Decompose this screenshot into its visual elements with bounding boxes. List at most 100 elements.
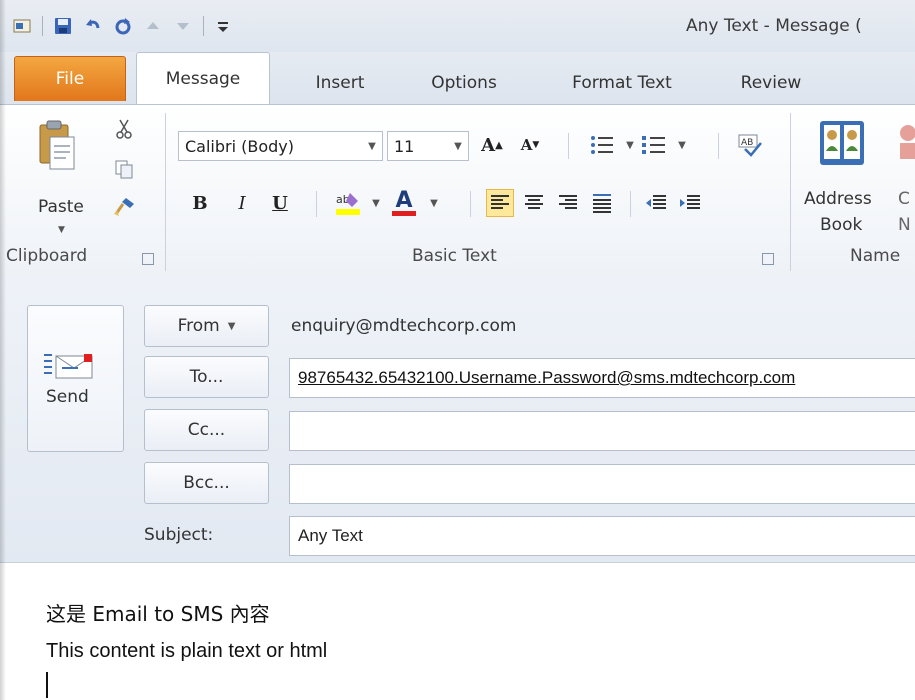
check-names-icon[interactable] (896, 121, 915, 161)
separator (568, 133, 569, 159)
check-names-label-partial: C (898, 189, 910, 209)
tab-file[interactable]: File (14, 56, 126, 101)
basic-text-dialog-launcher[interactable] (762, 253, 774, 265)
paste-button[interactable]: Paste ▼ (30, 113, 98, 239)
address-book-label-line1: Address (804, 189, 872, 209)
font-size-value: 11 (394, 136, 415, 156)
chevron-down-icon[interactable]: ▼ (362, 189, 390, 217)
separator (630, 191, 631, 217)
window-edge-shadow (0, 0, 6, 700)
align-left-button[interactable] (486, 189, 514, 217)
address-book-label-line2: Book (820, 215, 863, 235)
separator (718, 133, 719, 159)
chevron-down-icon[interactable]: ▼ (668, 131, 696, 159)
clipboard-dialog-launcher[interactable] (142, 253, 154, 265)
align-left-icon (491, 195, 509, 209)
subject-field[interactable]: Any Text (289, 516, 915, 556)
chevron-down-icon: ▼ (58, 225, 65, 235)
highlighter-icon: ab (336, 193, 360, 215)
chevron-down-icon: ▼ (454, 140, 462, 152)
tab-options[interactable]: Options (414, 62, 514, 104)
increase-indent-button[interactable] (676, 189, 704, 217)
font-color-button[interactable]: A (390, 189, 418, 217)
paste-label: Paste (38, 197, 84, 217)
outlook-app-icon[interactable] (12, 16, 32, 36)
grow-font-label: A (481, 134, 496, 156)
highlight-button[interactable]: ab (334, 189, 362, 217)
clipboard-group-label: Clipboard (6, 246, 88, 266)
from-label: From (177, 316, 220, 336)
tab-format-text[interactable]: Format Text (552, 62, 692, 104)
group-separator (790, 113, 791, 271)
font-name-value: Calibri (Body) (185, 136, 295, 156)
font-color-label: A (395, 187, 413, 213)
numbering-button[interactable] (640, 131, 668, 159)
qat-separator (42, 16, 43, 36)
message-body[interactable] (0, 562, 915, 700)
outlook-message-window: Any Text - Message ( File Message Insert… (0, 0, 915, 700)
cut-icon[interactable] (112, 117, 136, 141)
decrease-indent-icon (646, 195, 666, 209)
group-separator (165, 113, 166, 271)
cc-button[interactable]: Cc... (144, 409, 269, 451)
chevron-down-icon: ▼ (368, 140, 376, 152)
underline-button[interactable]: U (266, 189, 294, 217)
ribbon-tabs: File Message Insert Options Format Text … (0, 52, 915, 105)
from-button[interactable]: From ▼ (144, 305, 269, 347)
send-icon (44, 354, 93, 379)
svg-text:AB: AB (741, 138, 753, 148)
previous-item-icon[interactable] (143, 16, 163, 36)
names-group-label: Name (850, 246, 901, 266)
cc-field[interactable] (289, 411, 915, 451)
to-recipient[interactable]: 98765432.65432100.Username.Password@sms.… (298, 368, 795, 388)
send-button[interactable] (27, 305, 124, 452)
separator (316, 191, 317, 217)
numbering-icon (642, 136, 665, 154)
align-center-icon (525, 195, 543, 209)
font-size-combo[interactable]: 11 ▼ (387, 131, 469, 161)
check-names-label-partial-2: N (898, 215, 911, 235)
paste-icon (39, 120, 75, 170)
tab-review[interactable]: Review (726, 62, 816, 104)
to-button[interactable]: To... (144, 356, 269, 398)
redo-icon[interactable] (113, 16, 133, 36)
font-name-combo[interactable]: Calibri (Body) ▼ (178, 131, 383, 161)
justify-button[interactable] (588, 189, 616, 217)
body-text-line-1: 这是 Email to SMS 內容 (46, 602, 270, 626)
format-painter-icon[interactable] (112, 195, 136, 219)
bullets-button[interactable] (588, 131, 616, 159)
bullets-icon (591, 136, 613, 154)
align-center-button[interactable] (520, 189, 548, 217)
chevron-down-icon[interactable]: ▼ (420, 189, 448, 217)
bcc-field[interactable] (289, 464, 915, 504)
undo-icon[interactable] (83, 16, 103, 36)
from-value: enquiry@mdtechcorp.com (291, 316, 517, 336)
grow-font-button[interactable]: A ▲ (478, 131, 506, 159)
increase-indent-icon (680, 195, 700, 209)
next-item-icon[interactable] (173, 16, 193, 36)
chevron-down-icon: ▼ (227, 320, 236, 332)
bold-button[interactable]: B (186, 189, 214, 217)
align-right-button[interactable] (554, 189, 582, 217)
tab-message[interactable]: Message (136, 52, 270, 105)
decrease-indent-button[interactable] (642, 189, 670, 217)
align-right-icon (559, 195, 577, 209)
ribbon: Paste ▼ Clipboard Calibri (Body) ▼ 11 ▼ … (0, 104, 915, 278)
save-icon[interactable] (53, 16, 73, 36)
font-color-swatch (392, 210, 416, 216)
body-text-line-2: This content is plain text or html (46, 640, 328, 662)
bcc-button[interactable]: Bcc... (144, 462, 269, 504)
spelling-icon: AB (738, 134, 762, 157)
copy-icon[interactable] (112, 157, 136, 181)
quick-access-toolbar (12, 16, 234, 36)
italic-button[interactable]: I (228, 189, 256, 217)
shrink-font-button[interactable]: A ▼ (516, 131, 544, 159)
to-field[interactable]: 98765432.65432100.Username.Password@sms.… (289, 358, 915, 398)
separator (470, 191, 471, 217)
qat-separator (203, 16, 204, 36)
address-book-icon (820, 121, 864, 165)
tab-insert[interactable]: Insert (300, 62, 380, 104)
spelling-button[interactable]: AB (736, 131, 764, 159)
customize-qat-icon[interactable] (214, 16, 234, 36)
text-caret (46, 672, 48, 698)
